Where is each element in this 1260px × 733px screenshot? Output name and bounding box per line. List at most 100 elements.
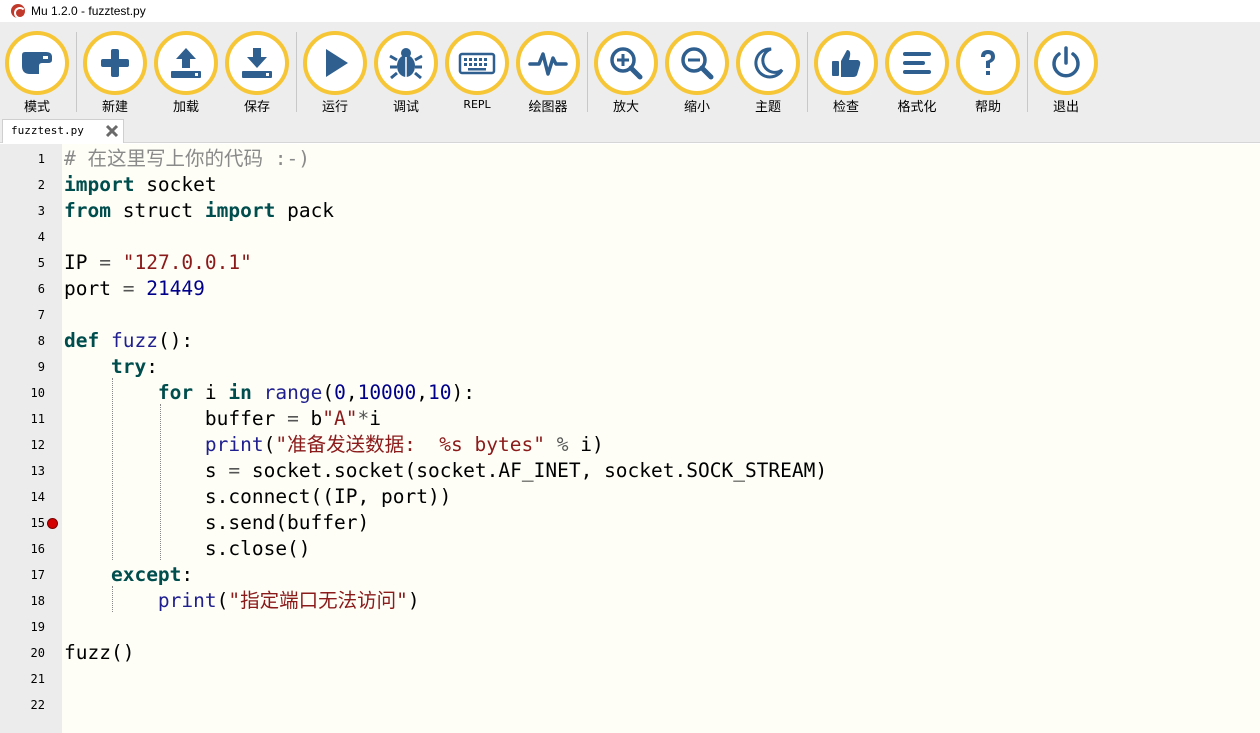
line-number[interactable]: 3 <box>0 198 45 224</box>
line-number[interactable]: 7 <box>0 302 45 328</box>
code-token: in <box>228 381 252 404</box>
line-number[interactable]: 18 <box>0 588 45 614</box>
tidy-button[interactable]: 格式化 <box>884 31 950 117</box>
code-line[interactable]: import socket <box>64 172 217 198</box>
mode-button[interactable]: 模式 <box>4 31 70 117</box>
run-button[interactable]: 运行 <box>302 31 368 117</box>
code-line[interactable]: # 在这里写上你的代码 :-) <box>64 146 310 172</box>
zoom-out-button[interactable]: 缩小 <box>664 31 730 117</box>
code-token: struct <box>110 199 205 222</box>
line-number[interactable]: 19 <box>0 614 45 640</box>
code-line[interactable]: except: <box>64 562 193 588</box>
line-number[interactable]: 13 <box>0 458 45 484</box>
close-icon[interactable] <box>104 123 120 139</box>
indent-guide <box>112 586 113 612</box>
code-line[interactable]: for i in range(0,10000,10): <box>64 380 475 406</box>
line-number[interactable]: 11 <box>0 406 45 432</box>
code-token: s.send(buffer) <box>64 511 370 534</box>
tab-label: fuzztest.py <box>11 124 84 137</box>
code-editor[interactable]: 1 2 3 4 5 6 7 8 9 10 11 12 13 14 15 16 17 18 19 20 21 22 # 在这… <box>0 144 1260 733</box>
code-token: # 在这里写上你的代码 :-) <box>64 147 310 170</box>
code-token: s <box>64 459 229 482</box>
load-button[interactable]: 加载 <box>153 31 219 117</box>
code-token: ) <box>407 589 420 612</box>
bug-icon <box>389 48 423 80</box>
theme-button[interactable]: 主题 <box>735 31 801 117</box>
quit-button[interactable]: 退出 <box>1033 31 1099 117</box>
code-line[interactable]: s.close() <box>64 536 311 562</box>
zoom-in-button[interactable]: 放大 <box>593 31 659 117</box>
line-number[interactable]: 9 <box>0 354 45 380</box>
code-line[interactable]: fuzz() <box>64 640 134 666</box>
line-number[interactable]: 22 <box>0 692 45 718</box>
keyboard-icon <box>458 52 496 75</box>
code-token: = <box>99 251 111 274</box>
mode-button-label: 模式 <box>23 100 50 115</box>
line-number-gutter[interactable]: 1 2 3 4 5 6 7 8 9 10 11 12 13 14 15 16 17 18 19 20 21 22 <box>0 144 62 733</box>
line-number[interactable]: 21 <box>0 666 45 692</box>
line-number[interactable]: 4 <box>0 224 45 250</box>
code-token: , <box>345 381 358 404</box>
line-number[interactable]: 14 <box>0 484 45 510</box>
code-token: : <box>146 355 158 378</box>
indent-guide <box>160 404 161 560</box>
code-line[interactable]: IP = "127.0.0.1" <box>64 250 252 276</box>
code-token: import <box>64 173 135 196</box>
code-line[interactable]: from struct import pack <box>64 198 334 224</box>
line-number[interactable]: 1 <box>0 146 45 172</box>
line-number[interactable]: 2 <box>0 172 45 198</box>
code-line[interactable]: def fuzz(): <box>64 328 193 354</box>
code-token: IP <box>64 251 100 274</box>
thumbs-up-icon <box>832 50 861 77</box>
code-line[interactable]: print("指定端口无法访问") <box>64 588 420 614</box>
code-token: = <box>287 407 299 430</box>
code-token: i <box>193 381 229 404</box>
code-token: port <box>64 277 123 300</box>
line-number[interactable]: 12 <box>0 432 45 458</box>
code-line[interactable]: try: <box>64 354 158 380</box>
code-token: , <box>416 381 429 404</box>
debug-button[interactable]: 调试 <box>373 31 439 117</box>
line-number[interactable]: 15 <box>0 510 45 536</box>
breakpoint-marker[interactable] <box>47 518 58 529</box>
line-number[interactable]: 8 <box>0 328 45 354</box>
code-token: range <box>263 381 323 404</box>
indent-guide <box>112 378 113 560</box>
plotter-button[interactable]: 绘图器 <box>515 31 581 117</box>
code-token: ( <box>216 589 229 612</box>
repl-button[interactable]: REPL <box>444 31 510 117</box>
line-number[interactable]: 6 <box>0 276 45 302</box>
code-token: import <box>204 199 276 222</box>
new-button[interactable]: 新建 <box>82 31 148 117</box>
check-button[interactable]: 检查 <box>813 31 879 117</box>
line-number[interactable]: 20 <box>0 640 45 666</box>
code-line[interactable]: s.send(buffer) <box>64 510 369 536</box>
tab-fuzztest[interactable]: fuzztest.py <box>2 119 124 143</box>
line-number[interactable]: 10 <box>0 380 45 406</box>
code-token: buffer <box>64 407 288 430</box>
line-number[interactable]: 17 <box>0 562 45 588</box>
code-token: = <box>122 277 135 300</box>
code-token: "127.0.0.1" <box>122 251 252 274</box>
code-token: "A" <box>322 407 358 430</box>
code-line[interactable]: print("准备发送数据: %s bytes" % i) <box>64 432 604 458</box>
zoom-out-icon <box>681 47 714 80</box>
line-number[interactable]: 5 <box>0 250 45 276</box>
save-button[interactable]: 保存 <box>224 31 290 117</box>
help-button[interactable]: 帮助 <box>955 31 1021 117</box>
code-line[interactable]: port = 21449 <box>64 276 205 302</box>
code-token: b <box>298 407 323 430</box>
code-line[interactable]: s.connect((IP, port)) <box>64 484 452 510</box>
code-token: try <box>110 355 147 378</box>
code-token: * <box>357 407 370 430</box>
code-token: = <box>228 459 241 482</box>
power-icon <box>1052 46 1080 78</box>
code-line[interactable]: s = socket.socket(socket.AF_INET, socket… <box>64 458 827 484</box>
line-number[interactable]: 16 <box>0 536 45 562</box>
